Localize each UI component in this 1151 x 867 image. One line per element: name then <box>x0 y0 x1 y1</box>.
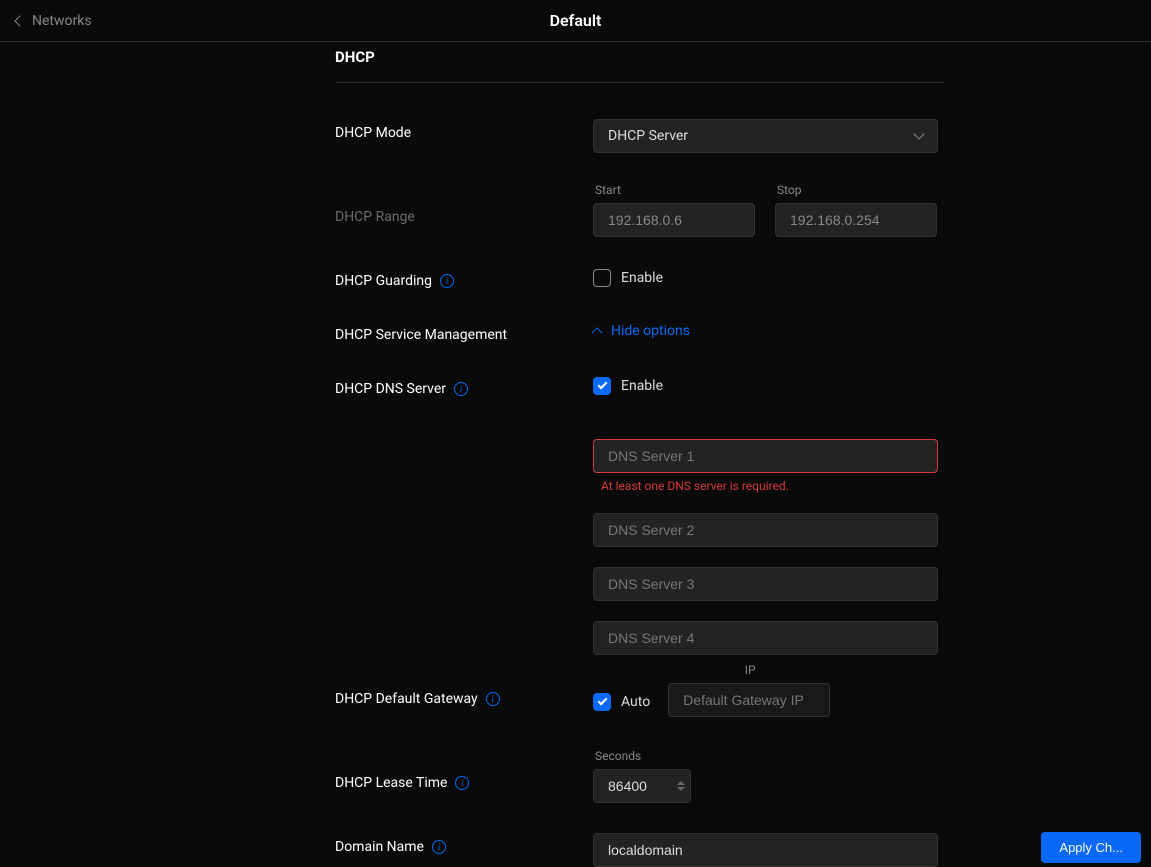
label-range-start: Start <box>593 183 755 197</box>
label-dhcp-guarding: DHCP Guarding i <box>335 267 593 289</box>
row-service-mgmt: DHCP Service Management Hide options <box>335 321 945 355</box>
apply-changes-button[interactable]: Apply Ch... <box>1041 832 1141 863</box>
section-title: DHCP <box>335 42 945 82</box>
label-guarding-enable: Enable <box>621 270 663 286</box>
input-dns-server-4[interactable] <box>593 621 938 655</box>
checkbox-guarding-enable[interactable] <box>593 269 611 287</box>
checkmark-icon <box>597 696 607 706</box>
row-dns-server: DHCP DNS Server i Enable <box>335 375 945 409</box>
page-header: Networks Default <box>0 0 1151 42</box>
label-domain-name: Domain Name i <box>335 833 593 855</box>
chevron-up-icon <box>591 327 602 338</box>
info-icon[interactable]: i <box>454 382 468 396</box>
info-icon[interactable]: i <box>440 274 454 288</box>
label-range-stop: Stop <box>775 183 937 197</box>
spinner-down-icon[interactable] <box>677 787 685 791</box>
label-gateway-ip: IP <box>668 663 830 677</box>
label-gateway-auto: Auto <box>621 694 650 710</box>
input-gateway-ip[interactable] <box>668 683 830 717</box>
checkbox-dns-enable[interactable] <box>593 377 611 395</box>
content-area: DHCP DHCP Mode DHCP Server DHCP Range St… <box>0 42 1151 867</box>
label-dhcp-range: DHCP Range <box>335 183 593 225</box>
dhcp-mode-value: DHCP Server <box>608 128 688 144</box>
label-lease-seconds: Seconds <box>593 749 945 763</box>
row-domain-name: Domain Name i <box>335 833 945 867</box>
checkmark-icon <box>597 380 607 390</box>
row-default-gateway: DHCP Default Gateway i Auto IP <box>335 685 945 719</box>
label-lease-time: DHCP Lease Time i <box>335 749 593 791</box>
spinner-up-icon[interactable] <box>677 781 685 785</box>
row-lease-time: DHCP Lease Time i Seconds <box>335 749 945 803</box>
label-dns-server: DHCP DNS Server i <box>335 375 593 397</box>
row-dhcp-mode: DHCP Mode DHCP Server <box>335 119 945 153</box>
info-icon[interactable]: i <box>486 692 500 706</box>
label-service-mgmt: DHCP Service Management <box>335 321 593 343</box>
back-label: Networks <box>32 13 92 29</box>
footer-actions: Apply Ch... <box>1031 828 1151 867</box>
chevron-left-icon <box>14 15 25 26</box>
hide-options-toggle[interactable]: Hide options <box>593 321 945 339</box>
info-icon[interactable]: i <box>432 840 446 854</box>
label-dns-enable: Enable <box>621 378 663 394</box>
row-dns-inputs: At least one DNS server is required. <box>335 439 945 655</box>
dhcp-mode-select[interactable]: DHCP Server <box>593 119 938 153</box>
section-divider <box>335 82 945 83</box>
input-dns-server-2[interactable] <box>593 513 938 547</box>
input-range-stop[interactable] <box>775 203 937 237</box>
label-dhcp-mode: DHCP Mode <box>335 119 593 141</box>
form-container: DHCP DHCP Mode DHCP Server DHCP Range St… <box>335 42 945 867</box>
chevron-down-icon <box>913 128 924 139</box>
info-icon[interactable]: i <box>455 776 469 790</box>
input-dns-server-1[interactable] <box>593 439 938 473</box>
row-dhcp-range: DHCP Range Start Stop <box>335 183 945 237</box>
page-title: Default <box>550 11 602 30</box>
input-domain-name[interactable] <box>593 833 938 867</box>
input-range-start[interactable] <box>593 203 755 237</box>
input-dns-server-3[interactable] <box>593 567 938 601</box>
number-spinner[interactable] <box>677 781 685 791</box>
row-dhcp-guarding: DHCP Guarding i Enable <box>335 267 945 301</box>
dns-error-text: At least one DNS server is required. <box>593 479 945 493</box>
checkbox-gateway-auto[interactable] <box>593 693 611 711</box>
back-nav[interactable]: Networks <box>16 13 92 29</box>
label-default-gateway: DHCP Default Gateway i <box>335 685 593 707</box>
